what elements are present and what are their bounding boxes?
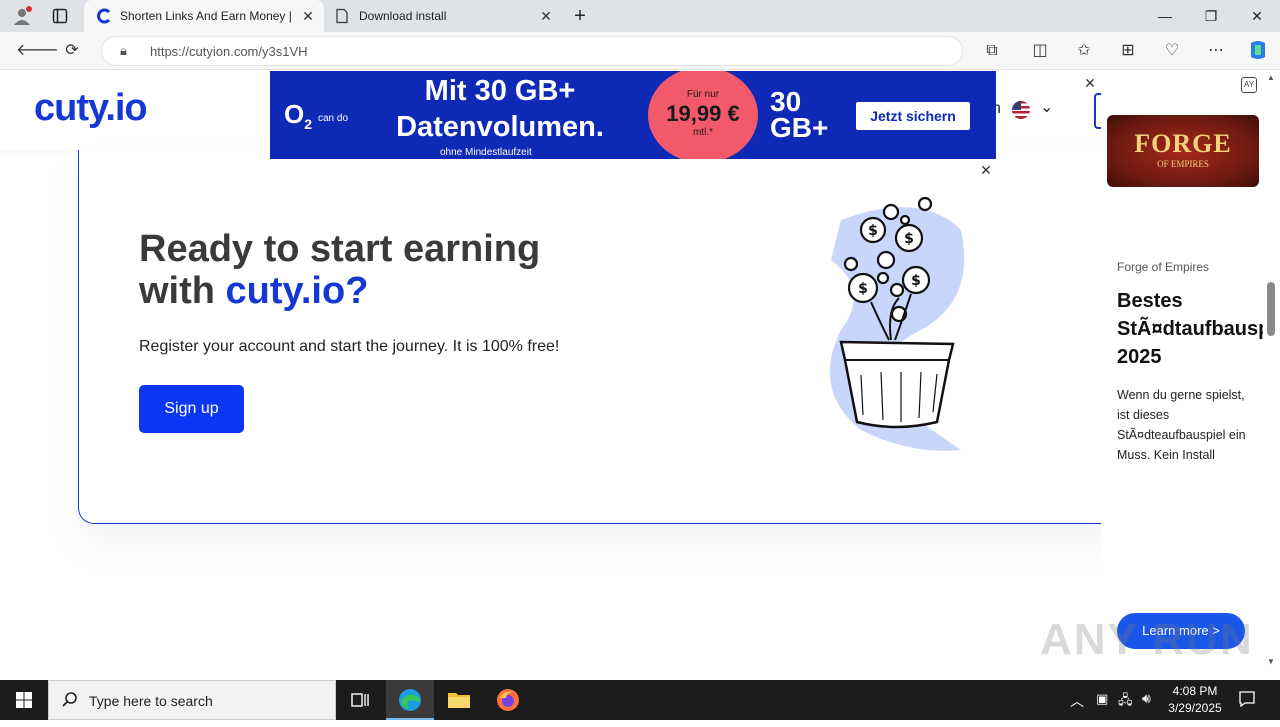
- tab-actions-icon[interactable]: [52, 8, 68, 24]
- banner-gb: 30 GB+: [770, 86, 829, 143]
- taskbar-clock[interactable]: 4:08 PM 3/29/2025: [1166, 683, 1224, 717]
- page-icon: [334, 8, 350, 24]
- refresh-icon[interactable]: ⟳: [60, 39, 84, 63]
- notifications-icon[interactable]: [1238, 690, 1256, 713]
- page-scrollbar[interactable]: ▲ ▼: [1263, 71, 1280, 679]
- taskbar-search[interactable]: Type here to search: [48, 680, 336, 720]
- tab-close-icon[interactable]: ✕: [538, 8, 554, 24]
- file-explorer-icon[interactable]: [435, 680, 483, 720]
- headline-prefix: with: [139, 270, 226, 312]
- scroll-thumb[interactable]: [1267, 282, 1275, 336]
- svg-text:$: $: [858, 281, 868, 297]
- profile-icon[interactable]: [12, 6, 32, 26]
- search-icon: [61, 691, 79, 714]
- watermark: ANY RUN: [1040, 615, 1254, 664]
- new-tab-icon[interactable]: +: [570, 6, 590, 26]
- tab-title: Download install: [359, 9, 447, 23]
- side-ad-description: Wenn du gerne spielst, ist dieses StÃ¤dt…: [1117, 388, 1246, 462]
- page-viewport: cuty.io n ⌄ Ready to start earning with …: [0, 71, 1280, 679]
- banner-ad[interactable]: O2 can do Mit 30 GB+ Datenvolumen. ohne …: [270, 71, 996, 159]
- banner-headline: Mit 30 GB+ Datenvolumen.: [396, 75, 604, 143]
- headline-line-1: Ready to start earning: [139, 228, 541, 270]
- side-ad-brand: Forge of Empires: [1117, 260, 1210, 274]
- copilot-icon[interactable]: [1246, 39, 1270, 63]
- o2-tagline: can do: [318, 113, 349, 124]
- browser-essentials-icon[interactable]: ♡: [1160, 39, 1184, 63]
- tab-title: Shorten Links And Earn Money |: [120, 9, 292, 23]
- sign-up-button[interactable]: Sign up: [139, 385, 244, 433]
- forge-of-empires-logo: FORGE OF EMPIRES: [1107, 115, 1259, 187]
- cuty-favicon-icon: [96, 8, 112, 24]
- side-ad[interactable]: AY FORGE OF EMPIRES Forge of Empires Bes…: [1101, 71, 1280, 679]
- scroll-down-icon[interactable]: ▼: [1267, 657, 1275, 666]
- tab-cutyion[interactable]: Shorten Links And Earn Money | ✕: [84, 0, 324, 32]
- url-text: https://cutyion.com/y3s1VH: [150, 44, 308, 59]
- headline-brand: cuty.io?: [225, 270, 369, 312]
- headline-line-2: with cuty.io?: [139, 270, 540, 312]
- address-bar[interactable]: 🔒︎ https://cutyion.com/y3s1VH: [101, 36, 963, 66]
- tray-chevron-icon[interactable]: ︿: [1070, 691, 1084, 711]
- extensions-icon[interactable]: ⧉: [980, 39, 1004, 63]
- tab-close-icon[interactable]: ✕: [300, 8, 316, 24]
- side-ad-close-icon[interactable]: ✕: [1080, 73, 1100, 93]
- volume-icon[interactable]: 🔊︎: [1142, 690, 1151, 707]
- cta-headline: Ready to start earning with cuty.io?: [139, 228, 540, 312]
- banner-cta-button[interactable]: Jetzt sichern: [856, 102, 970, 130]
- us-flag-icon[interactable]: [1012, 101, 1030, 119]
- banner-close-icon[interactable]: ✕: [976, 160, 996, 180]
- header-button-edge[interactable]: [1094, 93, 1101, 129]
- lock-icon[interactable]: 🔒︎: [120, 43, 127, 59]
- scroll-up-icon[interactable]: ▲: [1267, 73, 1275, 82]
- firefox-icon[interactable]: [484, 680, 532, 720]
- back-icon[interactable]: 🡐: [16, 39, 59, 63]
- svg-text:$: $: [904, 231, 914, 247]
- favorites-icon[interactable]: ✩: [1072, 39, 1096, 63]
- money-plant-illustration: $ $ $ $: [801, 190, 981, 460]
- chevron-down-icon[interactable]: ⌄: [1040, 97, 1053, 117]
- taskbar: Type here to search ︿ ▣ 🖧︎ 🔊︎ 4:08 PM 3/…: [0, 680, 1280, 720]
- cta-card: Ready to start earning with cuty.io? Reg…: [78, 150, 1118, 524]
- collections-icon[interactable]: ⊞: [1116, 39, 1140, 63]
- banner-small-print: ohne Mindestlaufzeit: [440, 147, 532, 158]
- task-view-icon[interactable]: [336, 680, 384, 720]
- adchoices-icon[interactable]: AY: [1241, 77, 1257, 93]
- close-window-icon[interactable]: ✕: [1234, 0, 1280, 32]
- restore-icon[interactable]: ❐: [1188, 0, 1234, 32]
- site-logo[interactable]: cuty.io: [34, 87, 148, 130]
- price-circle: Für nur 19,99 € mtl.*: [648, 71, 758, 159]
- side-ad-title[interactable]: Bestes StÃ¤dtaufbauspiel 2025: [1117, 287, 1280, 371]
- edge-taskbar-icon[interactable]: [386, 680, 434, 720]
- tab-strip: Shorten Links And Earn Money | ✕ Downloa…: [0, 0, 1280, 32]
- svg-text:$: $: [868, 223, 878, 239]
- tray-device-icon[interactable]: ▣: [1096, 691, 1108, 707]
- tab-download-install[interactable]: Download install ✕: [324, 0, 562, 32]
- o2-logo: O2: [284, 99, 313, 133]
- network-icon[interactable]: 🖧︎: [1118, 691, 1133, 713]
- search-placeholder: Type here to search: [89, 693, 213, 709]
- cta-subtext: Register your account and start the jour…: [139, 338, 560, 355]
- minimize-icon[interactable]: —: [1142, 0, 1188, 32]
- split-screen-icon[interactable]: ◫: [1028, 39, 1052, 63]
- svg-text:$: $: [911, 273, 921, 289]
- more-menu-icon[interactable]: ⋯: [1204, 39, 1228, 63]
- windows-start-icon[interactable]: [0, 680, 48, 720]
